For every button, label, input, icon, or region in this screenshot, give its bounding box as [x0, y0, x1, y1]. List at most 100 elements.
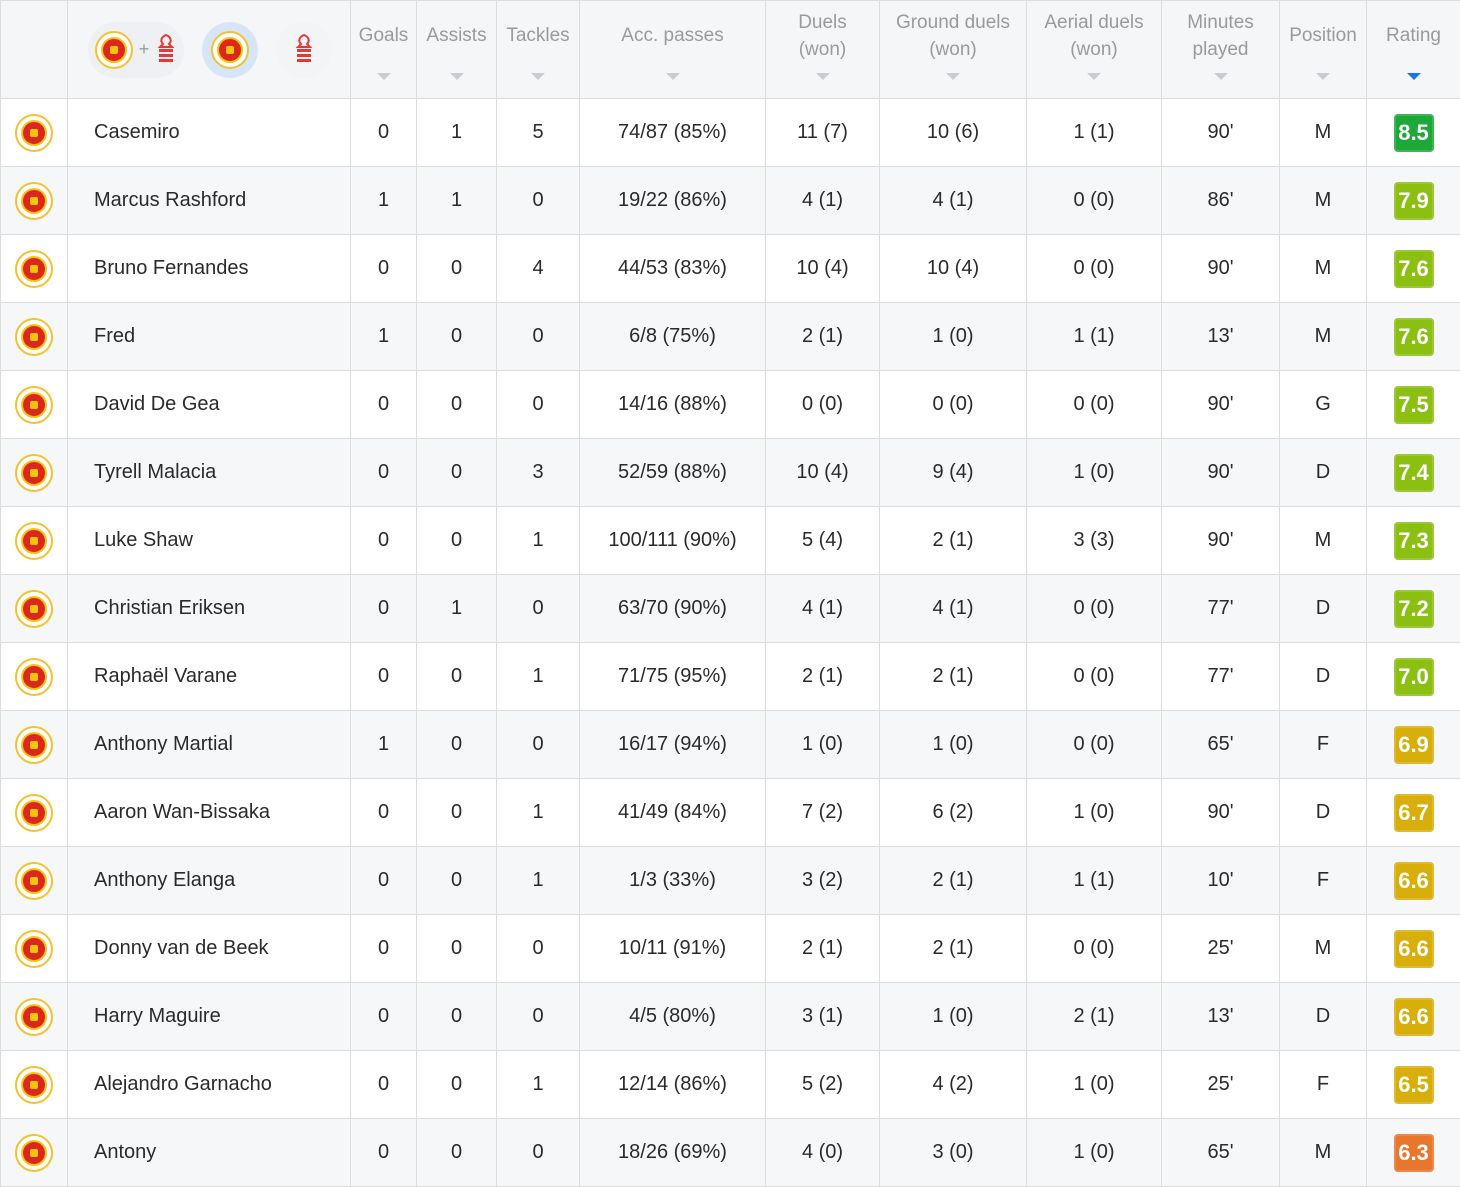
player-name[interactable]: Alejandro Garnacho: [68, 1051, 351, 1119]
table-row[interactable]: Alejandro Garnacho00112/14 (86%)5 (2)4 (…: [1, 1051, 1460, 1119]
column-header-passes[interactable]: Acc. passes: [580, 1, 766, 99]
sort-arrow-icon[interactable]: [377, 73, 391, 80]
column-header-minutes[interactable]: Minutesplayed: [1162, 1, 1280, 99]
player-name[interactable]: Aaron Wan-Bissaka: [68, 779, 351, 847]
filter-both-teams-button[interactable]: +: [88, 22, 184, 78]
table-row[interactable]: Harry Maguire0004/5 (80%)3 (1)1 (0)2 (1)…: [1, 983, 1460, 1051]
column-header-label: Assists: [417, 22, 496, 49]
table-row[interactable]: Donny van de Beek00010/11 (91%)2 (1)2 (1…: [1, 915, 1460, 983]
column-header-assists[interactable]: Assists: [417, 1, 497, 99]
rating-cell: 8.5: [1367, 99, 1460, 167]
column-header-label: Acc. passes: [580, 22, 765, 49]
sort-arrow-icon[interactable]: [1214, 73, 1228, 80]
stat-position: G: [1280, 371, 1367, 439]
stat-ground: 2 (1): [880, 507, 1027, 575]
player-name[interactable]: Tyrell Malacia: [68, 439, 351, 507]
table-row[interactable]: Raphaël Varane00171/75 (95%)2 (1)2 (1)0 …: [1, 643, 1460, 711]
column-header-line1: Aerial duels: [1044, 12, 1143, 33]
stat-tackles: 1: [497, 643, 580, 711]
column-header-position[interactable]: Position: [1280, 1, 1367, 99]
column-header-ground[interactable]: Ground duels (won): [880, 1, 1027, 99]
table-row[interactable]: Aaron Wan-Bissaka00141/49 (84%)7 (2)6 (2…: [1, 779, 1460, 847]
table-row[interactable]: Antony00018/26 (69%)4 (0)3 (0)1 (0)65'M6…: [1, 1119, 1460, 1187]
stat-duels: 5 (4): [766, 507, 880, 575]
stat-minutes: 65': [1162, 1119, 1280, 1187]
sort-arrow-icon[interactable]: [816, 73, 830, 80]
player-name[interactable]: Bruno Fernandes: [68, 235, 351, 303]
rating-badge: 7.9: [1394, 182, 1434, 220]
stat-passes: 6/8 (75%): [580, 303, 766, 371]
stat-passes: 41/49 (84%): [580, 779, 766, 847]
stat-tackles: 0: [497, 983, 580, 1051]
stat-ground: 10 (6): [880, 99, 1027, 167]
column-header-goals[interactable]: Goals: [351, 1, 417, 99]
stat-position: F: [1280, 1051, 1367, 1119]
table-row[interactable]: Bruno Fernandes00444/53 (83%)10 (4)10 (4…: [1, 235, 1460, 303]
player-name[interactable]: Raphaël Varane: [68, 643, 351, 711]
player-name[interactable]: Anthony Elanga: [68, 847, 351, 915]
player-name[interactable]: Christian Eriksen: [68, 575, 351, 643]
table-row[interactable]: Anthony Martial10016/17 (94%)1 (0)1 (0)0…: [1, 711, 1460, 779]
rating-badge: 7.3: [1394, 522, 1434, 560]
player-name[interactable]: David De Gea: [68, 371, 351, 439]
stat-aerial: 0 (0): [1027, 371, 1162, 439]
rating-cell: 6.6: [1367, 847, 1460, 915]
table-row[interactable]: Anthony Elanga0011/3 (33%)3 (2)2 (1)1 (1…: [1, 847, 1460, 915]
table-row[interactable]: Luke Shaw001100/111 (90%)5 (4)2 (1)3 (3)…: [1, 507, 1460, 575]
player-name[interactable]: Anthony Martial: [68, 711, 351, 779]
player-name[interactable]: Marcus Rashford: [68, 167, 351, 235]
column-header-line1: Minutes: [1187, 12, 1254, 33]
filter-man-utd-button[interactable]: [202, 22, 258, 78]
column-header-rating[interactable]: Rating: [1367, 1, 1460, 99]
player-name[interactable]: Casemiro: [68, 99, 351, 167]
team-logo-cell: [1, 507, 68, 575]
stat-position: F: [1280, 847, 1367, 915]
table-row[interactable]: Christian Eriksen01063/70 (90%)4 (1)4 (1…: [1, 575, 1460, 643]
sort-arrow-icon[interactable]: [946, 73, 960, 80]
table-row[interactable]: Marcus Rashford11019/22 (86%)4 (1)4 (1)0…: [1, 167, 1460, 235]
stat-passes: 74/87 (85%): [580, 99, 766, 167]
team-logo-cell: [1, 235, 68, 303]
player-name[interactable]: Fred: [68, 303, 351, 371]
column-header-aerial[interactable]: Aerial duels(won): [1027, 1, 1162, 99]
table-row[interactable]: Tyrell Malacia00352/59 (88%)10 (4)9 (4)1…: [1, 439, 1460, 507]
stat-tackles: 3: [497, 439, 580, 507]
plus-sign: +: [139, 36, 150, 63]
player-name[interactable]: Antony: [68, 1119, 351, 1187]
stat-position: M: [1280, 303, 1367, 371]
filter-nottingham-forest-button[interactable]: [276, 22, 332, 78]
sort-arrow-icon[interactable]: [531, 73, 545, 80]
stat-minutes: 90': [1162, 371, 1280, 439]
column-header-line1: Ground duels: [896, 12, 1010, 33]
rating-badge: 6.5: [1394, 1066, 1434, 1104]
column-header-tackles[interactable]: Tackles: [497, 1, 580, 99]
rating-badge: 6.3: [1394, 1134, 1434, 1172]
table-row[interactable]: Fred1006/8 (75%)2 (1)1 (0)1 (1)13'M7.6: [1, 303, 1460, 371]
sort-arrow-icon[interactable]: [666, 73, 680, 80]
sort-arrow-icon[interactable]: [1087, 73, 1101, 80]
sort-arrow-icon[interactable]: [1316, 73, 1330, 80]
stat-passes: 14/16 (88%): [580, 371, 766, 439]
stat-ground: 3 (0): [880, 1119, 1027, 1187]
stat-assists: 0: [417, 779, 497, 847]
stat-passes: 18/26 (69%): [580, 1119, 766, 1187]
player-name[interactable]: Donny van de Beek: [68, 915, 351, 983]
column-header-label: Ground duels (won): [880, 9, 1026, 63]
table-row[interactable]: Casemiro01574/87 (85%)11 (7)10 (6)1 (1)9…: [1, 99, 1460, 167]
sort-arrow-icon[interactable]: [450, 73, 464, 80]
stat-tackles: 0: [497, 1119, 580, 1187]
man-utd-crest-icon: [15, 590, 53, 628]
column-header-line2: (won): [929, 39, 977, 60]
team-logo-cell: [1, 711, 68, 779]
sort-arrow-icon[interactable]: [1407, 73, 1421, 80]
stat-duels: 0 (0): [766, 371, 880, 439]
man-utd-crest-icon: [15, 114, 53, 152]
column-header-duels[interactable]: Duels(won): [766, 1, 880, 99]
player-name[interactable]: Luke Shaw: [68, 507, 351, 575]
man-utd-crest-icon: [15, 1066, 53, 1104]
player-name[interactable]: Harry Maguire: [68, 983, 351, 1051]
column-header-line1: Goals: [359, 25, 409, 46]
stat-passes: 63/70 (90%): [580, 575, 766, 643]
table-row[interactable]: David De Gea00014/16 (88%)0 (0)0 (0)0 (0…: [1, 371, 1460, 439]
man-utd-crest-icon: [15, 658, 53, 696]
